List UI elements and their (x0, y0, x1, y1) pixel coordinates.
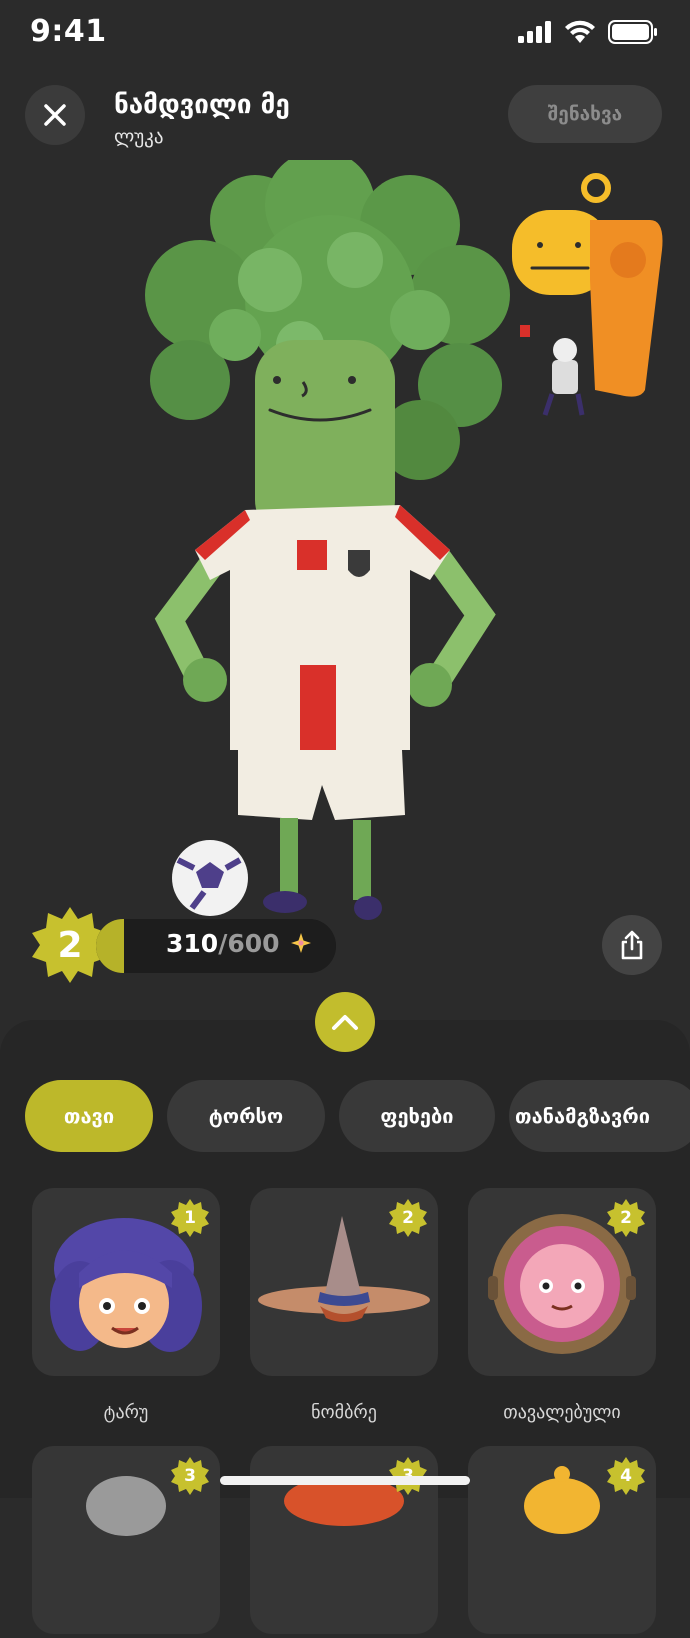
save-button[interactable]: შენახვა (508, 85, 662, 143)
item-level: 4 (620, 1466, 632, 1486)
tab-torso[interactable]: ტორსო (167, 1080, 325, 1152)
xp-text: 310/600 (166, 929, 312, 958)
page-subtitle: ლუკა (114, 126, 164, 148)
item-level: 2 (620, 1208, 632, 1228)
tab-head[interactable]: თავი (25, 1080, 153, 1152)
status-icons (518, 20, 658, 44)
cellular-signal-icon (518, 21, 551, 43)
close-icon (44, 104, 66, 126)
item-level: 3 (184, 1466, 196, 1486)
xp-total: 600 (227, 929, 280, 958)
xp-separator: / (218, 929, 228, 958)
tab-legs[interactable]: ფეხები (339, 1080, 495, 1152)
right-arm (422, 547, 496, 698)
item-level: 2 (402, 1208, 414, 1228)
broccoli-head (145, 150, 510, 540)
header: ნამდვილი მე ლუკა შენახვა (0, 80, 690, 160)
avatar-preview (0, 150, 690, 920)
item-label: ნომბრე (311, 1402, 377, 1423)
page-title: ნამდვილი მე (114, 90, 290, 120)
item-label: ტარუ (103, 1402, 149, 1423)
jersey (195, 505, 450, 750)
wifi-icon (565, 20, 595, 43)
xp-current: 310 (166, 929, 219, 958)
share-button[interactable] (602, 915, 662, 975)
shorts (238, 750, 405, 820)
chevron-up-icon (332, 1015, 358, 1030)
status-time: 9:41 (30, 14, 107, 49)
tab-companion[interactable]: თანამგზავრი (509, 1080, 690, 1152)
level-row: 2 310/600 (0, 905, 690, 985)
whistle-companion (512, 173, 663, 416)
category-tabs: თავი ტორსო ფეხები თანამგზავრი (25, 1080, 690, 1152)
sparkle-icon (291, 933, 312, 953)
item-level: 1 (184, 1208, 196, 1228)
share-icon (621, 930, 643, 960)
avatar-illustration (145, 150, 663, 920)
xp-progress-fill (96, 919, 124, 973)
home-indicator (220, 1476, 470, 1485)
close-button[interactable] (25, 85, 85, 145)
item-label: თავალებული (503, 1402, 621, 1423)
xp-progress-bar: 310/600 (96, 919, 336, 973)
expand-sheet-button[interactable] (315, 992, 375, 1052)
status-bar: 9:41 (0, 0, 690, 66)
battery-icon (608, 20, 657, 44)
